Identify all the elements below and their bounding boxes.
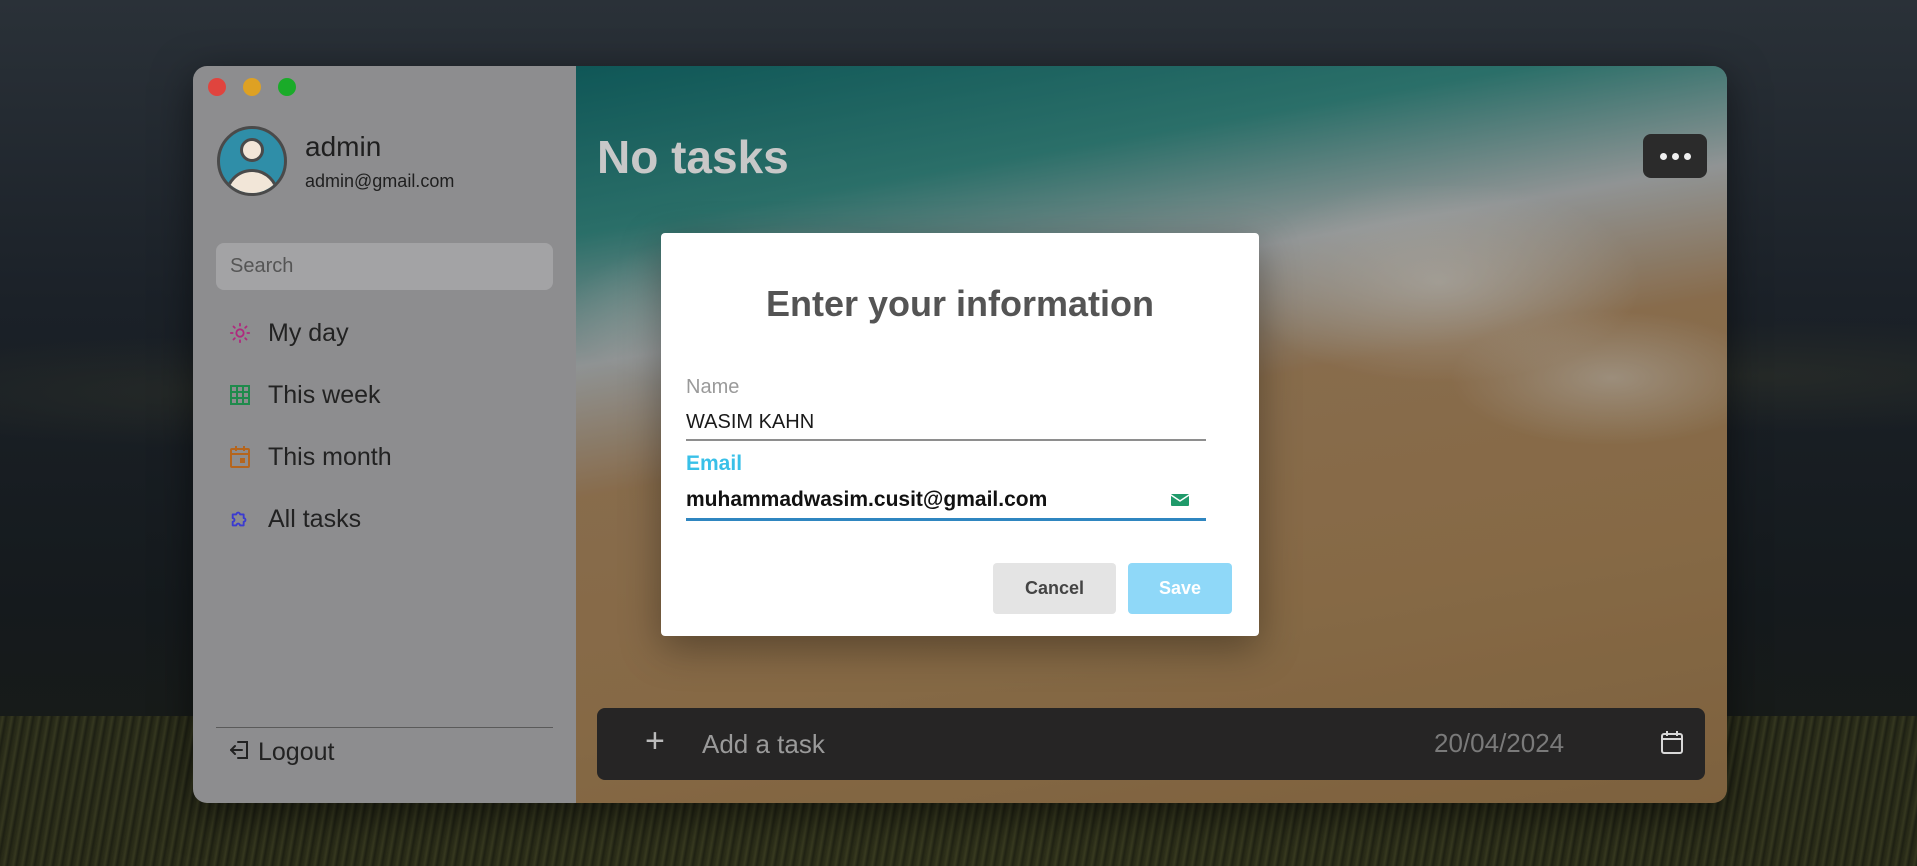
user-name: admin <box>305 130 382 162</box>
puzzle-icon <box>228 507 252 531</box>
sidebar-nav: My day This week This month All tasks <box>228 302 392 550</box>
dot-icon <box>1671 152 1679 160</box>
logout-label: Logout <box>258 738 335 766</box>
email-icon <box>1170 490 1190 510</box>
page-title: No tasks <box>597 131 789 183</box>
sun-icon <box>228 321 252 345</box>
maximize-window-button[interactable] <box>278 78 296 96</box>
cancel-button[interactable]: Cancel <box>993 563 1116 614</box>
sidebar-item-all-tasks[interactable]: All tasks <box>228 488 392 550</box>
plus-icon[interactable]: + <box>645 722 665 761</box>
logout-button[interactable]: Logout <box>229 738 335 767</box>
minimize-window-button[interactable] <box>243 78 261 96</box>
avatar-head-shape <box>240 138 264 162</box>
logout-icon <box>229 740 250 765</box>
save-button[interactable]: Save <box>1128 563 1232 614</box>
task-date[interactable]: 20/04/2024 <box>1434 728 1564 759</box>
information-dialog: Enter your information Name Email Cancel… <box>661 233 1259 636</box>
avatar[interactable] <box>217 126 287 196</box>
sidebar: admin admin@gmail.com My day <box>193 66 576 803</box>
add-task-input[interactable] <box>702 722 1302 766</box>
user-profile: admin admin@gmail.com <box>217 126 454 196</box>
calendar-icon <box>228 445 252 469</box>
sidebar-item-label: This month <box>268 442 392 471</box>
search-input[interactable] <box>216 243 553 290</box>
grid-icon <box>228 383 252 407</box>
user-email: admin@gmail.com <box>305 170 455 191</box>
name-label: Name <box>686 376 740 398</box>
sidebar-item-my-day[interactable]: My day <box>228 302 392 364</box>
sidebar-item-label: All tasks <box>268 504 362 533</box>
window-controls <box>208 78 296 96</box>
name-field[interactable] <box>686 405 1206 441</box>
dot-icon <box>1659 152 1667 160</box>
close-window-button[interactable] <box>208 78 226 96</box>
more-options-button[interactable] <box>1643 134 1707 178</box>
sidebar-item-this-week[interactable]: This week <box>228 364 392 426</box>
avatar-body-shape <box>225 169 279 193</box>
sidebar-item-this-month[interactable]: This month <box>228 426 392 488</box>
sidebar-item-label: This week <box>268 380 381 409</box>
email-field[interactable] <box>686 481 1206 521</box>
profile-text: admin admin@gmail.com <box>305 131 454 192</box>
add-task-bar: + 20/04/2024 <box>597 708 1705 780</box>
calendar-icon[interactable] <box>1661 730 1683 754</box>
email-label: Email <box>686 452 743 475</box>
dot-icon <box>1683 152 1691 160</box>
sidebar-item-label: My day <box>268 318 349 347</box>
divider <box>216 727 553 728</box>
dialog-title: Enter your information <box>765 283 1155 324</box>
